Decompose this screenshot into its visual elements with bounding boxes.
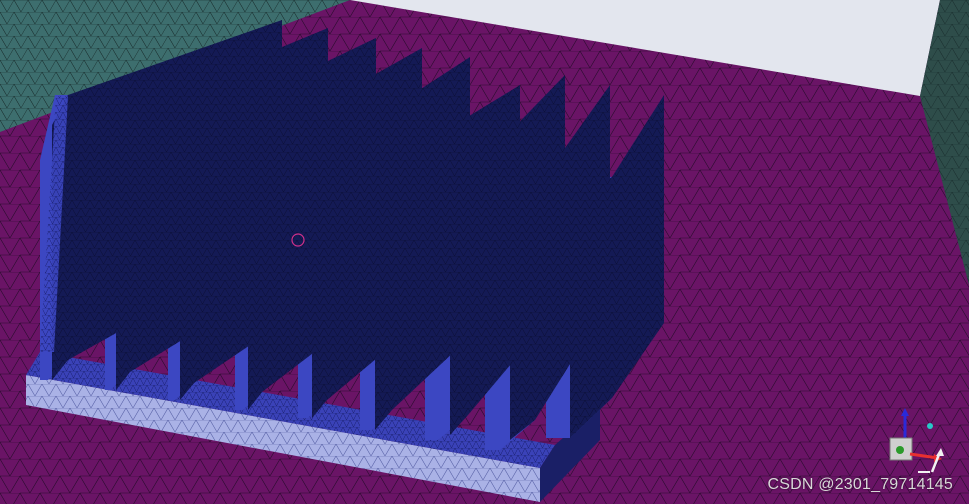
watermark-text: CSDN @2301_79714145 [767, 476, 953, 493]
3d-mesh-viewport[interactable] [0, 0, 969, 504]
coordinate-triad-icon[interactable] [880, 404, 950, 478]
